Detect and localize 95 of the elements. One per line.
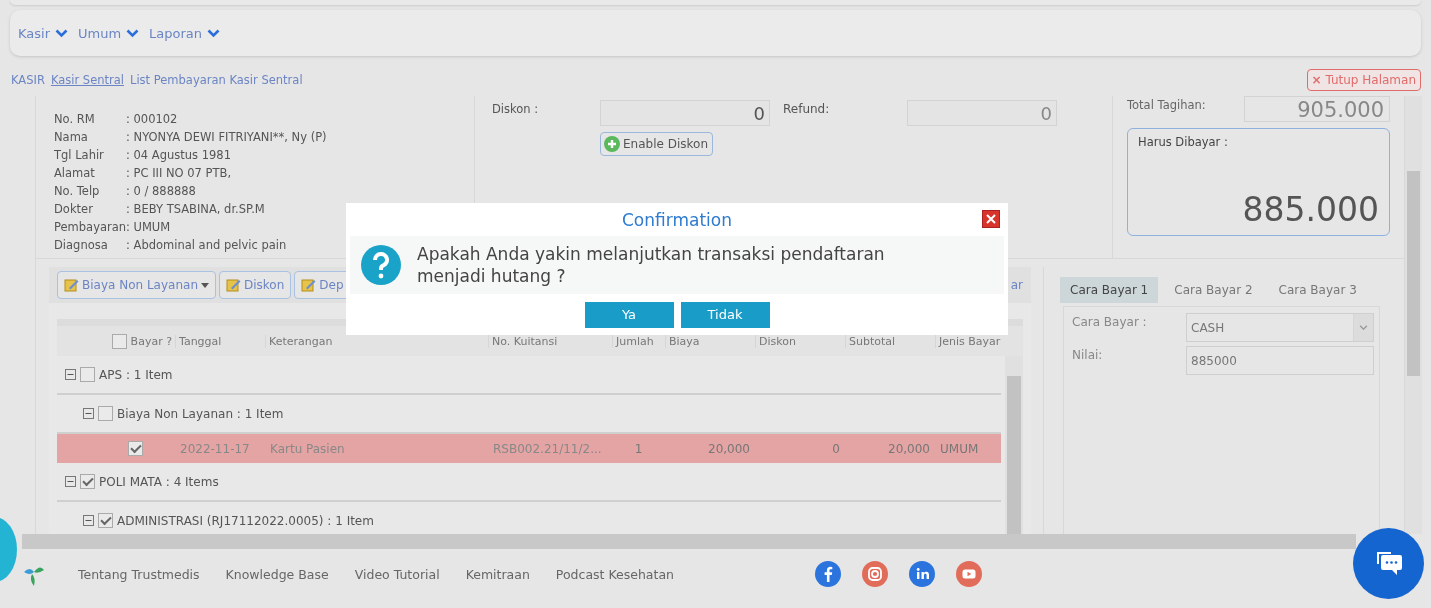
chevron-down-icon bbox=[207, 28, 221, 38]
youtube-icon[interactable] bbox=[956, 561, 982, 587]
table-cell-text: 20,000 bbox=[887, 441, 931, 456]
field-value: : BEBY TSABINA, dr.SP.M bbox=[126, 201, 265, 218]
checkbox[interactable] bbox=[111, 333, 127, 349]
close-button[interactable] bbox=[982, 210, 1000, 228]
discount-label: Diskon : bbox=[492, 101, 540, 116]
checkbox[interactable] bbox=[98, 406, 113, 421]
column-header: Bayar ? bbox=[130, 334, 172, 348]
dialog-button[interactable]: Ya bbox=[584, 301, 674, 328]
close-icon bbox=[985, 213, 997, 225]
field-label: Dokter bbox=[54, 201, 94, 218]
total-field: 905.000 bbox=[1244, 96, 1390, 122]
breadcrumb-link[interactable]: Kasir Sentral bbox=[50, 73, 124, 87]
breadcrumb-link[interactable]: KASIR bbox=[11, 73, 45, 87]
enable-discount-button[interactable]: Enable Diskon bbox=[600, 132, 713, 156]
nav-menu-item[interactable]: Kasir bbox=[18, 25, 68, 41]
payment-tab[interactable]: Cara Bayar 2 bbox=[1164, 277, 1263, 303]
group-label: ADMINISTRASI (RJ17112022.0005) : 1 Item bbox=[117, 513, 374, 528]
plus-icon bbox=[604, 136, 620, 152]
amount-due-label: Harus Dibayar : bbox=[1138, 135, 1229, 149]
field-label: Nama bbox=[54, 129, 89, 146]
field-label: Diagnosa bbox=[54, 237, 109, 254]
field-value: : UMUM bbox=[126, 219, 171, 236]
group-label: Biaya Non Layanan : 1 Item bbox=[117, 406, 284, 421]
table-cell-text: RSB002.21/11/2... bbox=[492, 441, 603, 456]
table-cell-text: Kartu Pasien bbox=[269, 441, 346, 456]
edit-icon bbox=[226, 278, 241, 292]
chevron-down-icon bbox=[1353, 314, 1373, 341]
field-value: : PC III NO 07 PTB, bbox=[126, 165, 232, 182]
nav-menu-item[interactable]: Umum bbox=[78, 25, 140, 41]
refund-label: Refund: bbox=[782, 101, 831, 116]
dialog-title: Confirmation bbox=[622, 209, 732, 230]
payment-tab[interactable]: Cara Bayar 1 bbox=[1060, 277, 1159, 303]
footer-link[interactable]: Tentang Trustmedis bbox=[78, 566, 200, 582]
field-value: : NYONYA DEWI FITRIYANI**, Ny (P) bbox=[126, 129, 327, 146]
horizontal-scrollbar[interactable] bbox=[22, 534, 1356, 549]
field-label: Pembayaran bbox=[54, 219, 126, 236]
footer-link[interactable]: Knowledge Base bbox=[225, 566, 329, 582]
checkbox[interactable] bbox=[128, 441, 143, 457]
footer-link[interactable]: Podcast Kesehatan bbox=[555, 566, 674, 582]
field-value: : 0 / 888888 bbox=[126, 183, 196, 200]
table-cell-text: 1 bbox=[633, 441, 644, 456]
field-value: : Abdominal and pelvic pain bbox=[126, 237, 287, 254]
collapse-icon[interactable] bbox=[65, 476, 76, 487]
amount-due-value: 885.000 bbox=[1241, 190, 1379, 229]
scrollbar[interactable] bbox=[1005, 356, 1023, 534]
table-cell-text: UMUM bbox=[939, 441, 980, 456]
table-cell-text: 0 bbox=[831, 441, 841, 456]
collapse-icon[interactable] bbox=[83, 515, 94, 526]
chevron-down-icon bbox=[126, 28, 140, 38]
checkbox[interactable] bbox=[98, 513, 113, 528]
field-value: : 04 Agustus 1981 bbox=[126, 147, 231, 164]
scrollbar[interactable] bbox=[1404, 96, 1422, 534]
table-cell-text: 20,000 bbox=[707, 441, 751, 456]
payment-method-select[interactable]: CASH bbox=[1186, 313, 1374, 342]
dialog-message: Apakah Anda yakin melanjutkan transaksi pendaftaran menjadi hutang ? bbox=[417, 243, 886, 287]
payment-tab[interactable]: Cara Bayar 3 bbox=[1268, 277, 1367, 303]
dialog-button[interactable]: Tidak bbox=[680, 301, 770, 328]
total-label: Total Tagihan: bbox=[1127, 97, 1206, 114]
payment-method-label: Cara Bayar : bbox=[1072, 314, 1148, 331]
footer-link[interactable]: Kemitraan bbox=[465, 566, 530, 582]
amount-field[interactable]: 885000 bbox=[1186, 346, 1374, 375]
field-label: Tgl Lahir bbox=[54, 147, 105, 164]
checkbox[interactable] bbox=[80, 474, 95, 489]
toolbar-button[interactable]: Biaya Non Layanan bbox=[57, 271, 216, 299]
breadcrumb-link[interactable]: List Pembayaran Kasir Sentral bbox=[130, 73, 303, 87]
discount-field[interactable]: 0 bbox=[600, 100, 770, 126]
edit-icon bbox=[64, 278, 79, 292]
caret-icon bbox=[201, 282, 209, 288]
group-label: APS : 1 Item bbox=[99, 367, 173, 382]
linkedin-icon[interactable] bbox=[909, 561, 935, 587]
field-value: : 000102 bbox=[126, 111, 178, 128]
field-label: No. RM bbox=[54, 111, 96, 128]
toolbar-button[interactable]: ar bbox=[1010, 278, 1023, 292]
nav-menu-item[interactable]: Laporan bbox=[149, 25, 221, 41]
column-header: Tanggal bbox=[175, 334, 265, 348]
close-page-button[interactable]: × Tutup Halaman bbox=[1306, 69, 1421, 91]
question-icon bbox=[361, 245, 401, 285]
collapse-icon[interactable] bbox=[83, 408, 94, 419]
field-label: No. Telp bbox=[54, 183, 101, 200]
collapse-icon[interactable] bbox=[65, 369, 76, 380]
edit-icon bbox=[301, 278, 317, 292]
facebook-icon[interactable] bbox=[815, 561, 841, 587]
amount-label: Nilai: bbox=[1072, 347, 1104, 364]
footer-link[interactable]: Video Tutorial bbox=[354, 566, 440, 582]
checkbox[interactable] bbox=[80, 367, 95, 382]
field-label: Alamat bbox=[54, 165, 96, 182]
instagram-icon[interactable] bbox=[862, 561, 888, 587]
table-cell-text: 2022-11-17 bbox=[179, 441, 251, 456]
chevron-down-icon bbox=[55, 28, 68, 38]
refund-field[interactable]: 0 bbox=[907, 100, 1057, 126]
group-label: POLI MATA : 4 Items bbox=[99, 474, 219, 489]
toolbar-button[interactable]: Diskon bbox=[219, 271, 292, 299]
table-row[interactable]: 2022-11-17 Kartu Pasien RSB002.21/11/2... 1 20,000 0 20,000 UMUM bbox=[57, 434, 1001, 463]
